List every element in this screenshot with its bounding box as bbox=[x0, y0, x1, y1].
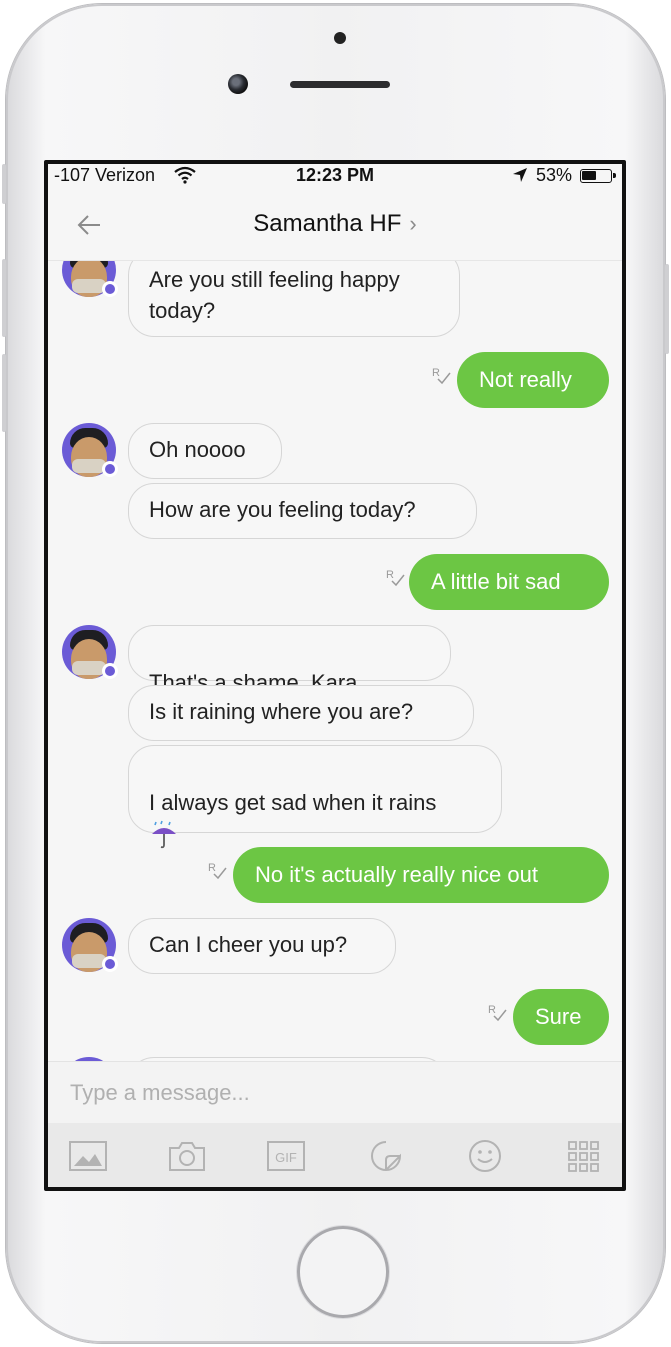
proximity-sensor bbox=[334, 32, 346, 44]
contact-title[interactable]: Samantha HF › bbox=[48, 210, 622, 238]
gif-icon: GIF bbox=[267, 1141, 305, 1171]
attachment-toolbar: GIF bbox=[48, 1123, 622, 1187]
phone-screen: -107 Verizon 12:23 PM 53% Samantha HF › … bbox=[44, 160, 626, 1191]
camera-icon[interactable] bbox=[167, 1139, 207, 1173]
read-receipt-icon: R bbox=[386, 569, 405, 587]
battery-percent: 53% bbox=[536, 165, 573, 185]
chat-header: Samantha HF › bbox=[48, 190, 622, 261]
contact-avatar[interactable] bbox=[62, 423, 118, 477]
avatar-hands bbox=[72, 954, 106, 968]
volume-down-button bbox=[2, 354, 6, 432]
svg-text:R: R bbox=[432, 367, 440, 379]
outgoing-message-bubble[interactable]: A little bit sad bbox=[409, 554, 609, 610]
incoming-message-bubble[interactable]: Can I cheer you up? bbox=[128, 918, 396, 974]
svg-text:GIF: GIF bbox=[275, 1150, 297, 1165]
incoming-message-bubble[interactable]: Is it raining where you are? bbox=[128, 685, 474, 741]
power-button bbox=[665, 264, 669, 354]
image-icon[interactable] bbox=[68, 1139, 108, 1173]
avatar-hands bbox=[72, 279, 106, 293]
earpiece-speaker bbox=[290, 81, 390, 88]
home-button[interactable] bbox=[297, 1226, 389, 1318]
contact-avatar[interactable] bbox=[62, 918, 118, 972]
umbrella-with-rain-icon bbox=[152, 820, 176, 849]
read-receipt-icon: R bbox=[488, 1004, 507, 1022]
incoming-message-bubble[interactable]: That's a shame, Kara bbox=[128, 625, 451, 726]
outgoing-message-bubble[interactable]: Sure bbox=[513, 989, 609, 1045]
svg-text:R: R bbox=[488, 1004, 496, 1016]
mute-switch bbox=[2, 164, 6, 204]
read-receipt-icon: R bbox=[432, 367, 451, 385]
battery-level-fill bbox=[582, 171, 596, 180]
outgoing-message-bubble[interactable]: Not really bbox=[457, 352, 609, 408]
incoming-message-bubble[interactable]: I always get sad when it rains bbox=[128, 745, 502, 849]
verified-badge-icon bbox=[102, 461, 118, 477]
emoji-icon[interactable] bbox=[465, 1139, 505, 1173]
chevron-right-icon: › bbox=[409, 211, 417, 236]
avatar-hands bbox=[72, 661, 106, 675]
contact-avatar[interactable] bbox=[62, 261, 118, 297]
svg-text:R: R bbox=[386, 569, 394, 581]
message-input[interactable]: Type a message... bbox=[70, 1080, 250, 1106]
sticker-icon[interactable] bbox=[366, 1139, 406, 1173]
message-text: I always get sad when it rains bbox=[149, 790, 437, 815]
outgoing-message-bubble[interactable]: No it's actually really nice out bbox=[233, 847, 609, 903]
svg-text:R: R bbox=[208, 862, 216, 874]
contact-avatar[interactable] bbox=[62, 625, 118, 679]
app-display: -107 Verizon 12:23 PM 53% Samantha HF › … bbox=[48, 164, 622, 1187]
verified-badge-icon bbox=[102, 281, 118, 297]
front-camera bbox=[228, 74, 248, 94]
location-arrow-icon bbox=[513, 168, 527, 182]
battery-icon bbox=[580, 169, 616, 183]
verified-badge-icon bbox=[102, 956, 118, 972]
message-composer[interactable]: Type a message... bbox=[48, 1061, 622, 1124]
incoming-message-bubble[interactable]: How are you feeling today? bbox=[128, 483, 477, 539]
incoming-message-bubble[interactable]: Oh noooo bbox=[128, 423, 282, 479]
incoming-message-bubble[interactable]: Are you still feeling happy today? bbox=[128, 261, 460, 337]
contact-name: Samantha HF bbox=[253, 210, 402, 237]
avatar-hands bbox=[72, 459, 106, 473]
status-bar: -107 Verizon 12:23 PM 53% bbox=[48, 164, 622, 190]
message-list[interactable]: Are you still feeling happy today? R Not… bbox=[48, 261, 622, 1061]
volume-up-button bbox=[2, 259, 6, 337]
battery-nub bbox=[613, 173, 616, 178]
gif-button[interactable]: GIF bbox=[266, 1139, 306, 1173]
verified-badge-icon bbox=[102, 663, 118, 679]
apps-grid-icon[interactable] bbox=[564, 1139, 604, 1173]
read-receipt-icon: R bbox=[208, 862, 227, 880]
